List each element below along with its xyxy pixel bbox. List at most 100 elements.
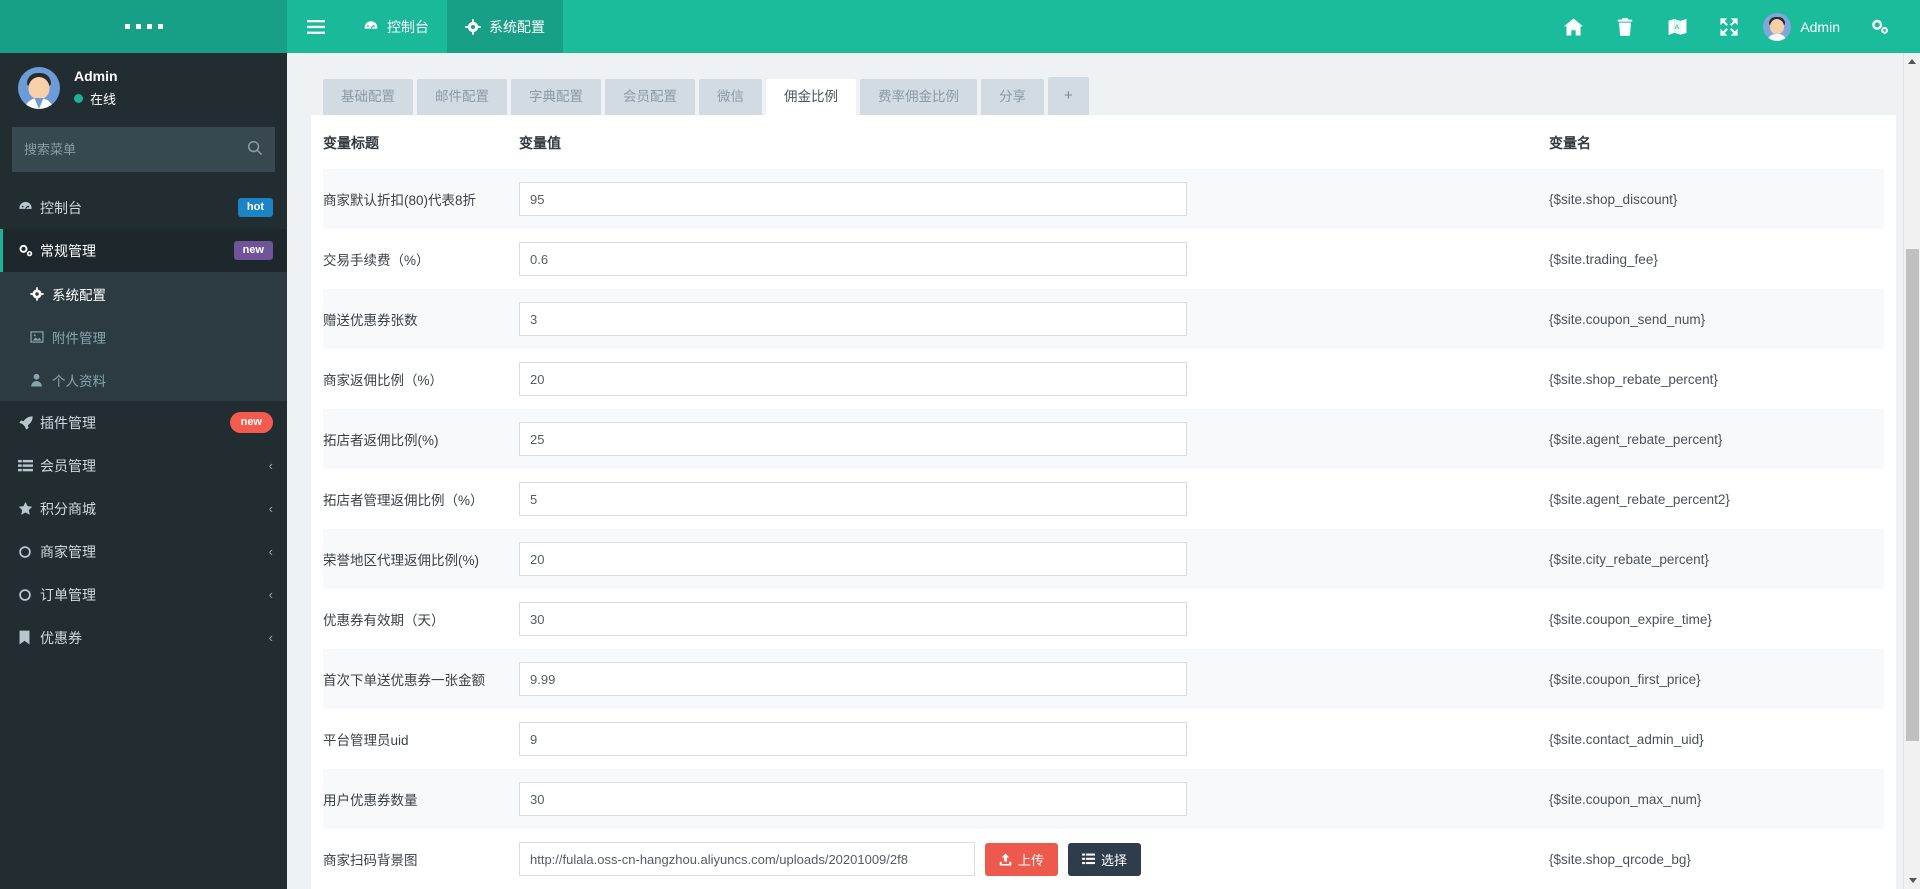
- trash-icon[interactable]: [1599, 0, 1651, 53]
- value-input[interactable]: [519, 542, 1187, 576]
- menu-toggle-button[interactable]: [287, 0, 345, 53]
- chevron-left-icon: ‹: [268, 544, 273, 559]
- chevron-left-icon: ‹: [268, 501, 273, 516]
- gears-icon[interactable]: [1854, 0, 1906, 53]
- scroll-up-arrow-icon[interactable]: [1904, 53, 1920, 70]
- sidebar-item-coupon[interactable]: 优惠券 ‹: [0, 616, 287, 659]
- column-header-value: 变量值: [519, 115, 1549, 169]
- sidebar-item-label: 会员管理: [40, 457, 96, 474]
- topbar-user[interactable]: Admin: [1755, 12, 1854, 41]
- user-icon: [30, 373, 52, 387]
- table-row: 商家扫码背景图 上传: [323, 829, 1884, 889]
- config-tabs: 基础配置 邮件配置 字典配置 会员配置 微信 佣金比例 费率佣金比例 分享 +: [311, 65, 1896, 115]
- scrollbar-thumb[interactable]: [1906, 249, 1919, 741]
- top-bar: 控制台 系统配置 A Admin: [287, 0, 1920, 53]
- topbar-link-dashboard[interactable]: 控制台: [345, 0, 447, 53]
- gears-icon: [18, 243, 40, 258]
- row-varname: {$site.trading_fee}: [1549, 251, 1658, 267]
- value-input[interactable]: [519, 182, 1187, 216]
- status-label: 在线: [90, 92, 117, 107]
- sidebar-item-dashboard[interactable]: 控制台 hot: [0, 186, 287, 229]
- sidebar-submenu: 系统配置 附件管理 个人资料: [0, 272, 287, 401]
- value-input[interactable]: [519, 782, 1187, 816]
- dashboard-icon: [18, 200, 40, 215]
- sidebar-item-merchant-management[interactable]: 商家管理 ‹: [0, 530, 287, 573]
- sidebar-item-attachment-management[interactable]: 附件管理: [0, 315, 287, 358]
- value-input[interactable]: [519, 362, 1187, 396]
- svg-text:A: A: [1674, 23, 1679, 30]
- sidebar-search[interactable]: [12, 127, 275, 172]
- chevron-left-icon: ‹: [268, 630, 273, 645]
- upload-button[interactable]: 上传: [985, 842, 1059, 876]
- sidebar-badge-new: new: [233, 241, 273, 260]
- avatar: [1763, 12, 1792, 41]
- row-varname: {$site.agent_rebate_percent2}: [1549, 491, 1730, 507]
- tab-rate-commission-ratio[interactable]: 费率佣金比例: [860, 78, 977, 115]
- tab-add-button[interactable]: +: [1048, 77, 1089, 115]
- column-header-title: 变量标题: [323, 115, 519, 169]
- value-input[interactable]: [519, 662, 1187, 696]
- sidebar-item-order-management[interactable]: 订单管理 ‹: [0, 573, 287, 616]
- row-varname: {$site.shop_rebate_percent}: [1549, 371, 1718, 387]
- image-url-input[interactable]: [519, 842, 975, 876]
- sidebar-logo[interactable]: [0, 0, 287, 53]
- sidebar-item-member-management[interactable]: 会员管理 ‹: [0, 444, 287, 487]
- gear-icon: [465, 18, 481, 35]
- table-row: 用户优惠券数量 {$site.coupon_max_num}: [323, 769, 1884, 829]
- select-button[interactable]: 选择: [1068, 842, 1142, 876]
- table-row: 拓店者返佣比例(%) {$site.agent_rebate_percent}: [323, 409, 1884, 469]
- row-title: 拓店者返佣比例(%): [323, 433, 439, 448]
- topbar-link-system-config[interactable]: 系统配置: [447, 0, 563, 53]
- tab-share[interactable]: 分享: [981, 78, 1044, 115]
- sidebar-item-profile[interactable]: 个人资料: [0, 358, 287, 401]
- sidebar-item-label: 积分商城: [40, 500, 96, 517]
- tab-basic-config[interactable]: 基础配置: [323, 78, 413, 115]
- value-input[interactable]: [519, 722, 1187, 756]
- value-input[interactable]: [519, 302, 1187, 336]
- row-varname: {$site.shop_qrcode_bg}: [1549, 851, 1691, 867]
- table-row: 荣誉地区代理返佣比例(%) {$site.city_rebate_percent…: [323, 529, 1884, 589]
- table-row: 赠送优惠券张数 {$site.coupon_send_num}: [323, 289, 1884, 349]
- row-varname: {$site.city_rebate_percent}: [1549, 551, 1709, 567]
- profile-status: 在线: [74, 89, 118, 108]
- menu-icon: [307, 19, 325, 34]
- sidebar-item-label: 优惠券: [40, 629, 82, 646]
- sidebar-item-label: 控制台: [40, 199, 82, 216]
- value-input[interactable]: [519, 422, 1187, 456]
- sidebar-item-general-management[interactable]: 常规管理 new: [0, 229, 287, 272]
- star-icon: [18, 501, 40, 516]
- home-icon[interactable]: [1547, 0, 1599, 53]
- fullscreen-icon[interactable]: [1703, 0, 1755, 53]
- list-icon: [18, 459, 40, 473]
- tab-member-config[interactable]: 会员配置: [605, 78, 695, 115]
- tab-mail-config[interactable]: 邮件配置: [417, 78, 507, 115]
- table-row: 商家默认折扣(80)代表8折 {$site.shop_discount}: [323, 169, 1884, 229]
- row-title: 平台管理员uid: [323, 733, 409, 748]
- theme-icon[interactable]: A: [1651, 0, 1703, 53]
- tab-wechat[interactable]: 微信: [699, 78, 762, 115]
- row-title: 优惠券有效期（天）: [323, 613, 445, 628]
- sidebar-item-points-mall[interactable]: 积分商城 ‹: [0, 487, 287, 530]
- page-scrollbar[interactable]: [1903, 53, 1920, 889]
- sidebar-item-plugin-management[interactable]: 插件管理 new: [0, 401, 287, 444]
- column-header-name: 变量名: [1549, 115, 1884, 169]
- topbar-link-label: 控制台: [387, 18, 429, 35]
- sidebar-item-system-config[interactable]: 系统配置: [0, 272, 287, 315]
- sidebar-badge-new-red: new: [229, 412, 273, 433]
- circle-icon: [18, 588, 40, 602]
- row-title: 用户优惠券数量: [323, 793, 418, 808]
- search-input[interactable]: [12, 127, 275, 172]
- tab-dictionary-config[interactable]: 字典配置: [511, 78, 601, 115]
- scroll-down-arrow-icon[interactable]: [1904, 872, 1920, 889]
- sidebar-profile: Admin 在线: [0, 53, 287, 125]
- row-title: 拓店者管理返佣比例（%）: [323, 493, 484, 508]
- select-button-label: 选择: [1101, 852, 1128, 868]
- tab-commission-ratio[interactable]: 佣金比例: [766, 78, 856, 115]
- sidebar-item-label: 个人资料: [52, 373, 106, 389]
- logo-dots-icon: [124, 24, 163, 29]
- value-input[interactable]: [519, 242, 1187, 276]
- value-input[interactable]: [519, 602, 1187, 636]
- main-area: 控制台 系统配置 A Admin 基础配置 邮件配置 字典配置 会员配置 微信 …: [287, 0, 1920, 889]
- value-input[interactable]: [519, 482, 1187, 516]
